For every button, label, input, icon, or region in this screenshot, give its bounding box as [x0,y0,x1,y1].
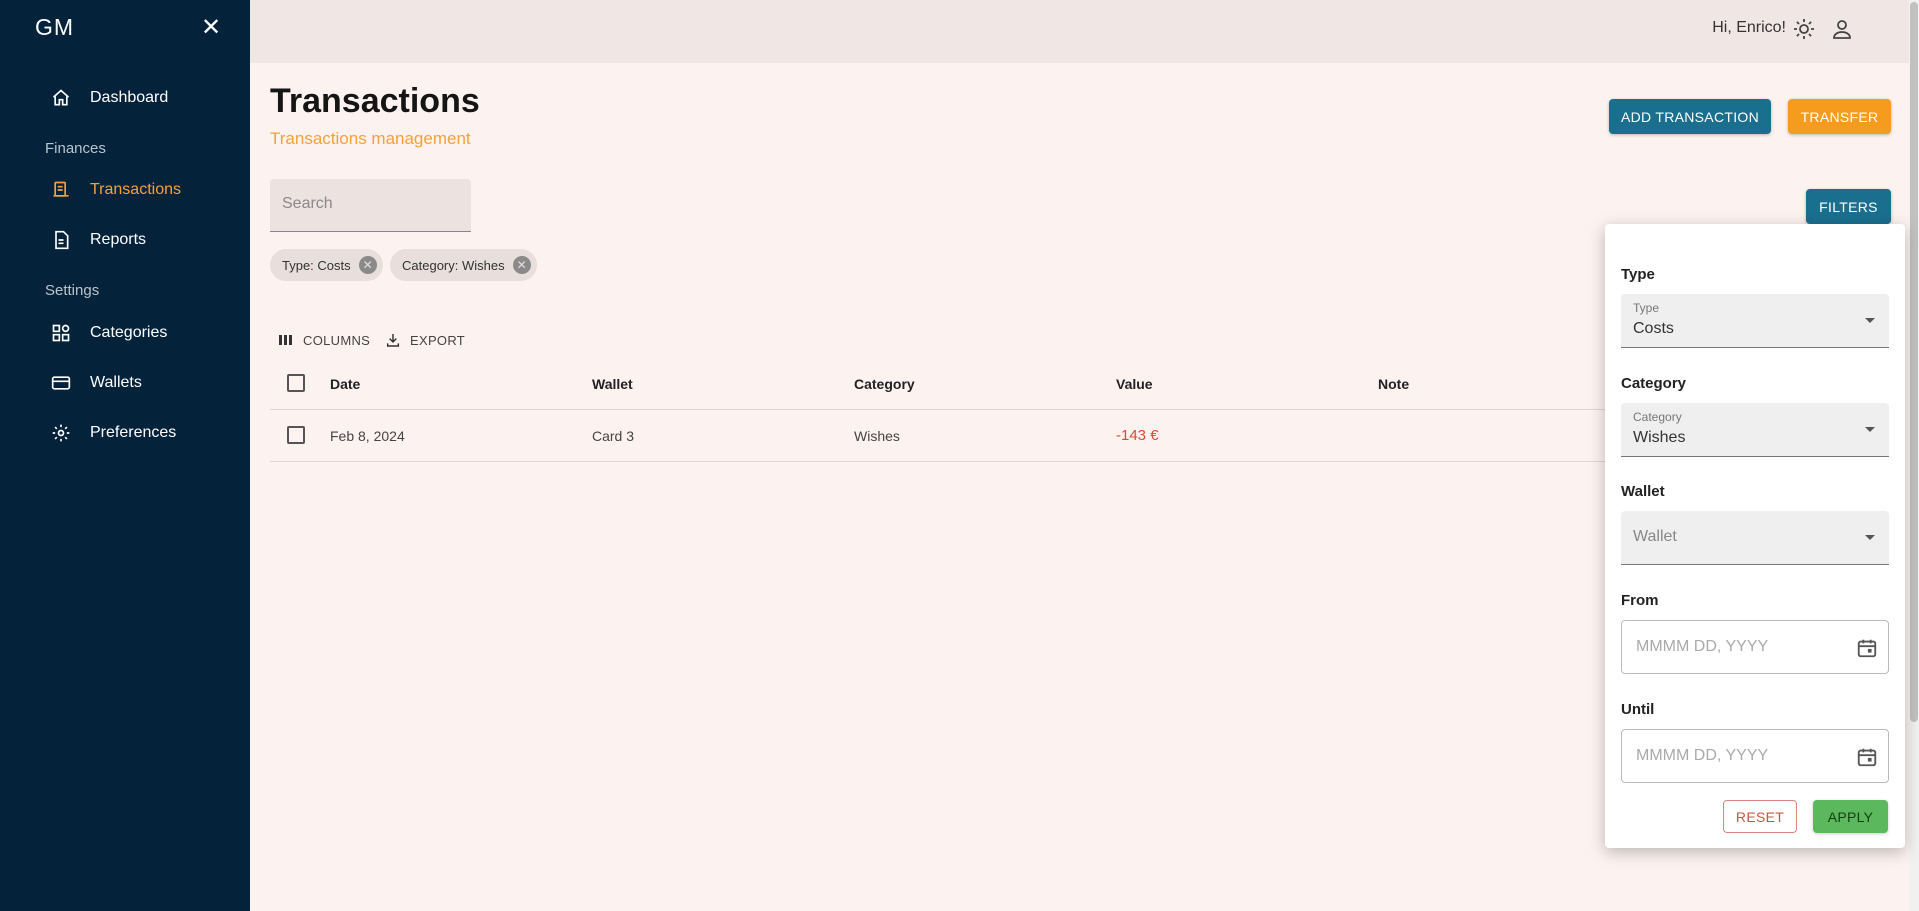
download-icon [384,331,402,349]
filter-category-label: Category [1621,375,1687,392]
sidebar-item-label: Preferences [90,424,177,441]
sidebar-item-preferences[interactable]: Preferences [0,411,250,455]
type-select-value: Costs [1633,320,1674,337]
filters-panel: Type Type Costs Category Category Wishes… [1605,224,1905,848]
filter-chip-category: Category: Wishes ✕ [390,249,537,281]
filter-from-label: From [1621,592,1659,609]
calendar-icon[interactable] [1856,746,1878,768]
chip-label: Type: Costs [282,257,351,273]
export-button[interactable]: EXPORT [384,328,465,352]
filter-chip-type: Type: Costs ✕ [270,249,383,281]
transfer-button[interactable]: TRANSFER [1788,99,1891,134]
columns-button[interactable]: COLUMNS [277,328,370,352]
page-subtitle: Transactions management [270,129,471,148]
type-select[interactable]: Type Costs [1621,294,1889,348]
column-header-wallet[interactable]: Wallet [592,376,633,392]
document-icon [50,229,72,251]
column-header-category[interactable]: Category [854,376,915,392]
close-sidebar-icon[interactable]: ✕ [199,16,223,40]
category-field-label: Category [1633,410,1682,424]
page-title: Transactions [270,82,480,120]
filter-wallet-label: Wallet [1621,483,1665,500]
column-header-note[interactable]: Note [1378,376,1409,392]
dropdown-arrow-icon [1865,535,1875,540]
wallet-icon [50,372,72,394]
dropdown-arrow-icon [1865,318,1875,323]
page-scrollbar[interactable] [1909,0,1919,911]
receipt-icon [50,179,72,201]
until-date-placeholder: MMMM DD, YYYY [1636,747,1769,764]
cell-wallet: Card 3 [592,428,635,444]
greeting-text: Hi, Enrico! [1712,19,1786,36]
section-label-settings: Settings [45,282,100,299]
sidebar-item-reports[interactable]: Reports [0,218,250,262]
sidebar-item-label: Transactions [90,181,181,198]
select-all-checkbox[interactable] [287,374,305,392]
chip-label: Category: Wishes [402,257,505,273]
table-row[interactable]: Feb 8, 2024 Card 3 Wishes -143 € [270,410,1610,462]
section-label-finances: Finances [45,140,106,157]
wallet-select[interactable]: Wallet [1621,511,1889,565]
from-date-placeholder: MMMM DD, YYYY [1636,638,1769,655]
type-field-label: Type [1633,301,1660,315]
sidebar-item-label: Reports [90,231,147,248]
sidebar: GM ✕ Dashboard Finances Transactions Rep… [0,0,250,911]
sidebar-item-label: Categories [90,324,168,341]
scrollbar-thumb[interactable] [1910,2,1918,722]
remove-chip-icon[interactable]: ✕ [512,256,531,274]
calendar-icon[interactable] [1856,637,1878,659]
from-date-input[interactable]: MMMM DD, YYYY [1621,620,1889,674]
sidebar-item-label: Wallets [90,374,142,391]
filter-type-label: Type [1621,266,1655,283]
column-header-date[interactable]: Date [330,376,360,392]
columns-icon [277,331,295,349]
cell-value: -143 € [1116,427,1159,444]
sidebar-item-transactions[interactable]: Transactions [0,168,250,212]
apply-button[interactable]: APPLY [1813,800,1888,833]
remove-chip-icon[interactable]: ✕ [358,256,377,274]
theme-toggle-sun-icon[interactable] [1792,17,1816,41]
top-bar: Hi, Enrico! [250,0,1919,63]
columns-label: COLUMNS [303,332,371,348]
filter-until-label: Until [1621,701,1655,718]
column-header-value[interactable]: Value [1116,376,1153,392]
table-header: Date Wallet Category Value Note [270,360,1610,410]
category-icon [50,322,72,344]
export-label: EXPORT [410,332,466,348]
cell-date: Feb 8, 2024 [330,428,405,444]
sidebar-item-wallets[interactable]: Wallets [0,361,250,405]
category-select[interactable]: Category Wishes [1621,403,1889,457]
until-date-input[interactable]: MMMM DD, YYYY [1621,729,1889,783]
dropdown-arrow-icon [1865,427,1875,432]
sidebar-item-dashboard[interactable]: Dashboard [0,76,250,120]
add-transaction-button[interactable]: ADD TRANSACTION [1609,99,1771,134]
gear-icon [50,422,72,444]
sidebar-item-label: Dashboard [90,89,169,106]
reset-button[interactable]: RESET [1723,800,1797,833]
home-icon [50,87,72,109]
wallet-select-placeholder: Wallet [1633,528,1677,545]
category-select-value: Wishes [1633,429,1686,446]
row-checkbox[interactable] [287,426,305,444]
filters-button[interactable]: FILTERS [1806,189,1891,224]
user-account-icon[interactable] [1830,17,1854,41]
app-logo: GM [35,14,75,40]
sidebar-item-categories[interactable]: Categories [0,311,250,355]
cell-category: Wishes [854,428,900,444]
search-input[interactable]: Search [270,179,471,232]
